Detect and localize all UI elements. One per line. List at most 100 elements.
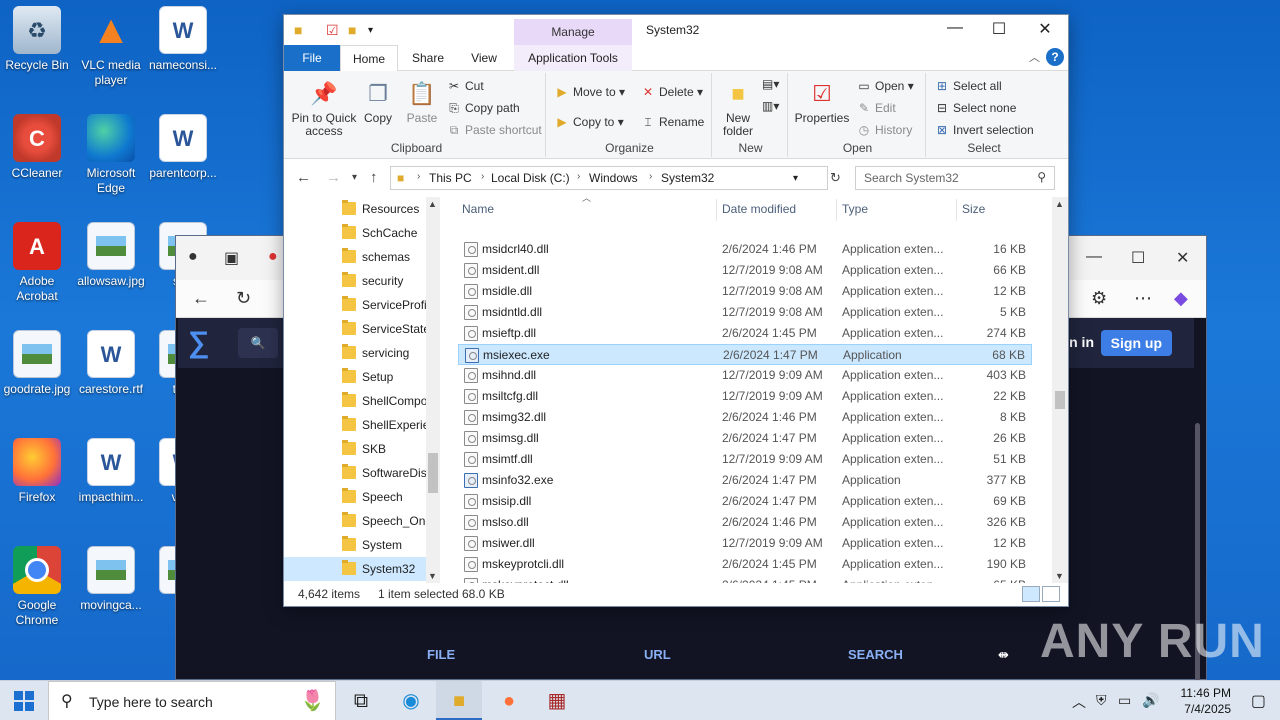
start-button[interactable] <box>14 691 34 711</box>
file-explorer-taskbar-icon[interactable]: ■ <box>436 681 482 720</box>
desktop-icon[interactable]: Microsoft Edge <box>74 114 148 196</box>
new-folder-quick-icon[interactable]: ■ <box>348 22 356 38</box>
column-size[interactable]: Size <box>962 197 985 221</box>
taskbar-search-box[interactable]: ⚲ Type here to search 🌷 <box>48 681 336 720</box>
breadcrumb-system32[interactable]: System32 <box>661 171 714 185</box>
upload-icon[interactable]: ⇼ <box>998 647 1009 663</box>
table-row[interactable]: msimg32.dll 2/6/2024 1:46 PM Application e… <box>458 407 1032 428</box>
collapse-ribbon-icon[interactable]: ︿ <box>1029 49 1040 65</box>
refresh-icon[interactable]: ↻ <box>236 288 251 309</box>
browser-close-button[interactable]: ✕ <box>1176 248 1189 268</box>
sign-up-button[interactable]: Sign up <box>1100 330 1172 356</box>
desktop-icon[interactable]: ▲ VLC media player <box>74 6 148 88</box>
edge-taskbar-icon[interactable]: ◉ <box>388 681 434 720</box>
column-type[interactable]: Type <box>842 197 868 221</box>
task-view-icon[interactable]: ⧉ <box>338 681 384 720</box>
breadcrumb-windows[interactable]: Windows <box>589 171 638 185</box>
desktop-icon[interactable]: Wparentcorp... <box>146 114 220 181</box>
tree-item[interactable]: Resources <box>284 197 426 221</box>
maximize-button[interactable]: ☐ <box>984 19 1014 39</box>
close-button[interactable]: ✕ <box>1030 19 1060 39</box>
properties-button[interactable]: ☑ Properties <box>794 77 850 125</box>
recent-locations-icon[interactable]: ▾ <box>352 172 357 183</box>
site-search-icon[interactable]: 🔍 <box>238 328 278 358</box>
browser-minimize-button[interactable]: — <box>1086 248 1102 266</box>
extensions-icon[interactable]: ⚙ <box>1091 288 1107 309</box>
tab-actions-icon[interactable]: ▣ <box>224 248 239 268</box>
tree-item[interactable]: Setup <box>284 365 426 389</box>
help-icon[interactable]: ? <box>1046 48 1064 66</box>
table-row[interactable]: mslso.dll 2/6/2024 1:46 PM Application ext… <box>458 512 1032 533</box>
tree-item[interactable]: ShellExperie <box>284 413 426 437</box>
tab-file[interactable]: File <box>284 45 340 71</box>
notifications-icon[interactable]: ▢ <box>1251 691 1266 711</box>
new-item-icon[interactable]: ▤▾ <box>762 77 779 91</box>
column-divider[interactable] <box>716 199 717 221</box>
tree-item[interactable]: ShellCompo <box>284 389 426 413</box>
tree-item[interactable]: Speech_One <box>284 509 426 533</box>
search-input[interactable]: Search System32 ⚲ <box>855 166 1055 190</box>
tree-item[interactable]: Speech <box>284 485 426 509</box>
rename-button[interactable]: ⌶ Rename <box>640 115 704 130</box>
paste-shortcut-button[interactable]: ⧉ Paste shortcut <box>446 123 542 138</box>
security-icon[interactable]: ⛨ <box>1096 692 1107 709</box>
table-row[interactable]: msidcrl40.dll 2/6/2024 1:46 PM Application… <box>458 239 1032 260</box>
tree-scroll-thumb[interactable] <box>428 453 438 493</box>
paste-button[interactable]: 📋 Paste <box>402 77 442 125</box>
desktop-icon[interactable]: goodrate.jpg <box>0 330 74 397</box>
table-row[interactable]: msimsg.dll 2/6/2024 1:47 PM Application ex… <box>458 428 1032 449</box>
tree-item[interactable]: security <box>284 269 426 293</box>
properties-quick-icon[interactable]: ☑ <box>326 22 339 39</box>
file-scroll-thumb[interactable] <box>1055 391 1065 409</box>
sign-in-link[interactable]: n in <box>1069 334 1094 350</box>
table-row[interactable]: msieftp.dll 2/6/2024 1:45 PM Application e… <box>458 323 1032 344</box>
desktop-icon[interactable]: Wimpacthim... <box>74 438 148 505</box>
show-hidden-icons-icon[interactable]: ︿ <box>1072 692 1086 712</box>
column-divider[interactable] <box>836 199 837 221</box>
column-name[interactable]: Name <box>462 197 494 221</box>
minimize-button[interactable]: — <box>940 19 970 37</box>
desktop-icon[interactable]: ♻ Recycle Bin <box>0 6 74 73</box>
scroll-down-icon[interactable]: ▼ <box>428 571 437 581</box>
table-row[interactable]: msisip.dll 2/6/2024 1:47 PM Application ex… <box>458 491 1032 512</box>
tab-share[interactable]: Share <box>400 45 456 71</box>
select-none-button[interactable]: ⊟ Select none <box>934 101 1016 115</box>
copy-to-button[interactable]: ▶ Copy to ▾ <box>554 115 623 129</box>
firefox-taskbar-icon[interactable]: ● <box>486 681 532 720</box>
scroll-up-icon[interactable]: ▲ <box>1055 199 1064 209</box>
move-to-button[interactable]: ▶ Move to ▾ <box>554 85 625 99</box>
manage-context-tab[interactable]: Manage <box>514 19 632 45</box>
select-all-button[interactable]: ⊞ Select all <box>934 79 1002 93</box>
browser-maximize-button[interactable]: ☐ <box>1131 248 1145 268</box>
pin-quick-access-button[interactable]: 📌 Pin to Quick access <box>290 77 358 138</box>
details-view-icon[interactable] <box>1022 586 1040 602</box>
breadcrumb-local-disk[interactable]: Local Disk (C:) <box>491 171 570 185</box>
copilot-icon[interactable]: ◆ <box>1174 288 1188 309</box>
tab-search[interactable]: SEARCH <box>848 647 903 662</box>
address-dropdown-icon[interactable]: ▾ <box>793 173 798 184</box>
forward-icon[interactable]: → <box>326 169 341 186</box>
tree-scrollbar[interactable]: ▲ ▼ <box>426 197 440 583</box>
tree-item[interactable]: servicing <box>284 341 426 365</box>
volume-icon[interactable]: 🔊 <box>1142 692 1159 709</box>
column-divider[interactable] <box>956 199 957 221</box>
scroll-down-icon[interactable]: ▼ <box>1055 571 1064 581</box>
tree-item[interactable]: SoftwareDis <box>284 461 426 485</box>
back-icon[interactable]: ← <box>192 288 210 309</box>
back-icon[interactable]: ← <box>296 169 311 186</box>
edit-button[interactable]: ✎ Edit <box>856 101 896 115</box>
tree-item[interactable]: SchCache <box>284 221 426 245</box>
desktop-icon[interactable]: A Adobe Acrobat <box>0 222 74 304</box>
copy-path-button[interactable]: ⎘ Copy path <box>446 101 520 116</box>
refresh-icon[interactable]: ↻ <box>830 170 841 186</box>
cut-button[interactable]: ✂ Cut <box>446 79 484 93</box>
easy-access-icon[interactable]: ▥▾ <box>762 99 779 113</box>
tab-application-tools[interactable]: Application Tools <box>514 45 632 71</box>
winrar-taskbar-icon[interactable]: ▦ <box>534 681 580 720</box>
table-row[interactable]: msiexec.exe 2/6/2024 1:47 PM Application 68… <box>458 344 1032 365</box>
tree-item[interactable]: System32 <box>284 557 426 581</box>
invert-selection-button[interactable]: ⊠ Invert selection <box>934 123 1034 137</box>
large-icons-view-icon[interactable] <box>1042 586 1060 602</box>
table-row[interactable]: msiltcfg.dll 12/7/2019 9:09 AM Application… <box>458 386 1032 407</box>
tree-item[interactable]: System <box>284 533 426 557</box>
